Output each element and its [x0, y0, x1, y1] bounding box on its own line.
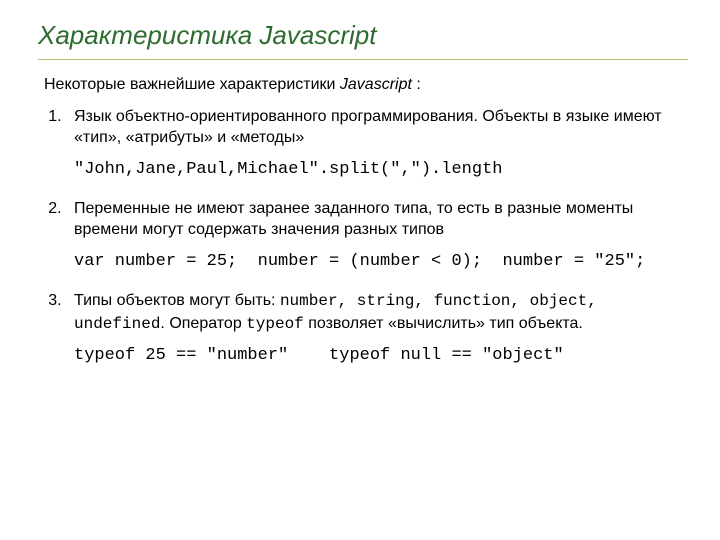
list-item: Язык объектно-ориентированного программи…: [66, 106, 688, 182]
item-code: var number = 25; number = (number < 0); …: [74, 251, 688, 274]
p3-c: позволяет «вычислить» тип объекта.: [304, 315, 583, 332]
intro-suffix: :: [412, 76, 421, 93]
item-text: Типы объектов могут быть: number, string…: [74, 290, 688, 335]
intro-italic: Javascript: [340, 76, 412, 93]
item-code: typeof 25 == "number" typeof null == "ob…: [74, 345, 688, 368]
item-code: "John,Jane,Paul,Michael".split(",").leng…: [74, 159, 688, 182]
p3-a: Типы объектов могут быть:: [74, 292, 280, 309]
intro-text: Некоторые важнейшие характеристики Javas…: [44, 74, 688, 96]
list-item: Типы объектов могут быть: number, string…: [66, 290, 688, 368]
characteristics-list: Язык объектно-ориентированного программи…: [44, 106, 688, 368]
p3-b: . Оператор: [160, 315, 246, 332]
item-text: Язык объектно-ориентированного программи…: [74, 106, 688, 149]
intro-prefix: Некоторые важнейшие характеристики: [44, 76, 340, 93]
item-text: Переменные не имеют заранее заданного ти…: [74, 198, 688, 241]
list-item: Переменные не имеют заранее заданного ти…: [66, 198, 688, 274]
p3-op: typeof: [246, 315, 304, 333]
slide-title: Характеристика Javascript: [38, 18, 688, 60]
